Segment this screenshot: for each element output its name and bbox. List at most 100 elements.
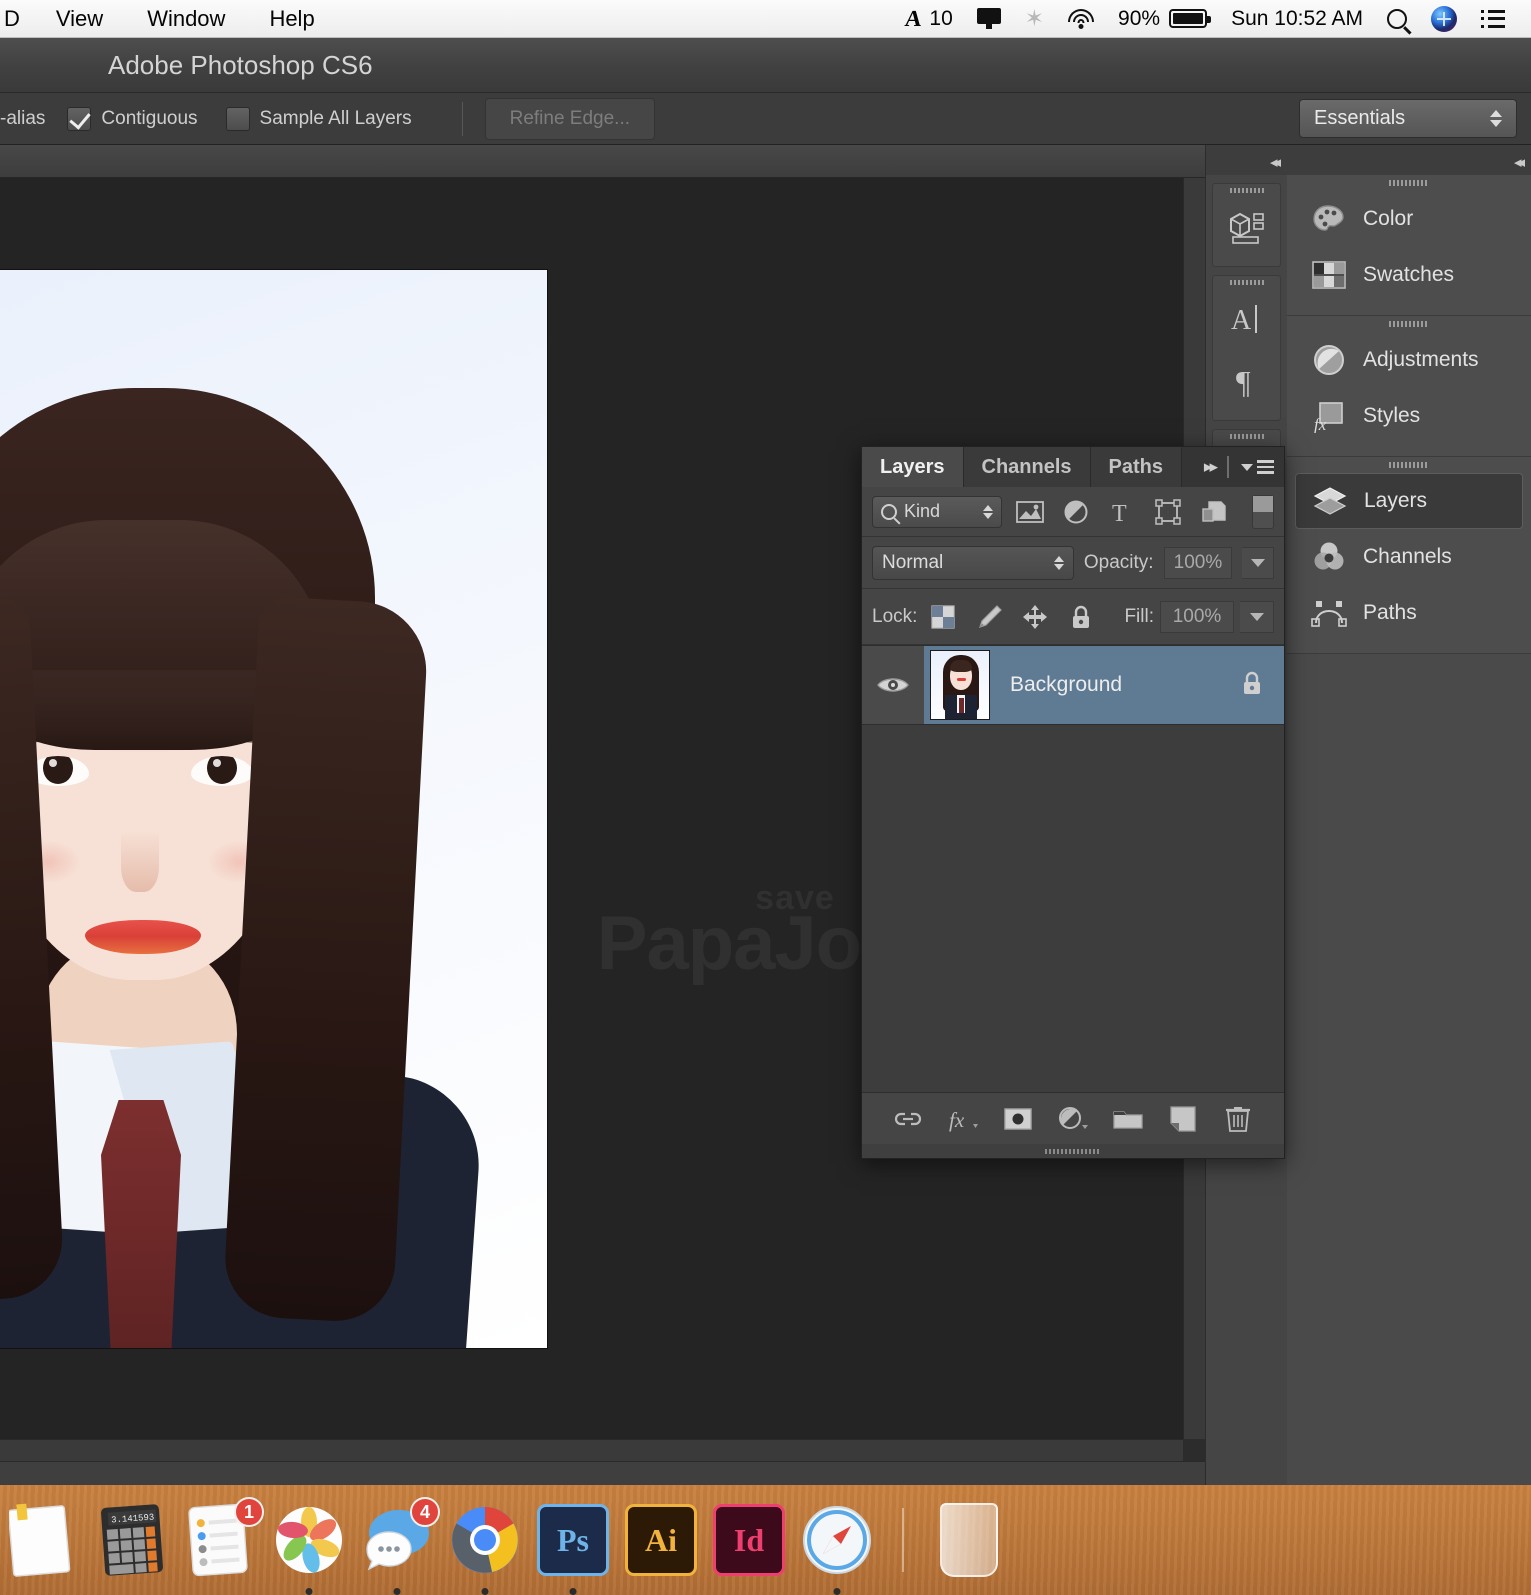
filter-smart-object-icon[interactable]: [1196, 495, 1232, 529]
dock-item-paths[interactable]: Paths: [1295, 585, 1523, 641]
adobe-status-item[interactable]: A 10: [893, 0, 965, 38]
lock-image-pixels-icon[interactable]: [969, 599, 1009, 635]
lock-position-icon[interactable]: [1015, 599, 1055, 635]
fill-input[interactable]: 100%: [1160, 600, 1234, 633]
layer-visibility-cell[interactable]: [862, 646, 924, 724]
menu-item-view[interactable]: View: [34, 0, 125, 38]
layer-style-fx-icon[interactable]: fx: [942, 1099, 984, 1139]
adobe-icon: A: [903, 5, 922, 31]
dock-app-photos[interactable]: [270, 1501, 348, 1595]
panel-menu-icon[interactable]: [1241, 460, 1274, 474]
layers-list[interactable]: Background: [862, 645, 1284, 1092]
panel-grip[interactable]: [1213, 430, 1280, 442]
dock-group-color: Color Swatches: [1287, 175, 1531, 316]
dock-trash[interactable]: [930, 1501, 1008, 1579]
sample-all-layers-checkbox-box[interactable]: [225, 106, 250, 131]
macos-menu-bar: D View Window Help A 10 ✶ 90% Sun 10:52 …: [0, 0, 1531, 38]
search-icon[interactable]: [1375, 0, 1419, 38]
add-layer-mask-icon[interactable]: [997, 1099, 1039, 1139]
panel-resize-grip[interactable]: [862, 1144, 1284, 1158]
battery-status[interactable]: 90%: [1106, 0, 1219, 38]
paths-icon: [1309, 593, 1349, 633]
dock-item-styles[interactable]: fx Styles: [1295, 388, 1523, 444]
character-icon[interactable]: A: [1213, 288, 1280, 350]
svg-text:¶: ¶: [1236, 364, 1251, 400]
dock-app-messages[interactable]: 4: [358, 1497, 440, 1595]
refine-edge-button[interactable]: Refine Edge...: [484, 97, 656, 140]
running-indicator: [305, 1588, 313, 1595]
filter-adjustment-layers-icon[interactable]: [1058, 495, 1094, 529]
fill-dropdown-icon[interactable]: [1240, 600, 1274, 633]
panel-grip[interactable]: [1287, 316, 1531, 332]
collapse-dock-icon[interactable]: ◂◂: [1514, 153, 1525, 171]
bluetooth-icon[interactable]: ✶: [1013, 0, 1056, 38]
layers-filter-row: Kind T: [862, 487, 1284, 537]
clock[interactable]: Sun 10:52 AM: [1219, 0, 1375, 38]
filter-shape-layers-icon[interactable]: [1150, 495, 1186, 529]
dock-app-photoshop[interactable]: Ps: [534, 1501, 612, 1595]
dock-item-swatches[interactable]: Swatches: [1295, 247, 1523, 303]
dock-item-layers[interactable]: Layers: [1295, 473, 1523, 529]
layer-row-background[interactable]: Background: [862, 645, 1284, 725]
wifi-icon[interactable]: [1056, 0, 1106, 38]
svg-text:T: T: [1112, 501, 1127, 525]
lock-all-icon[interactable]: [1061, 599, 1101, 635]
new-layer-icon[interactable]: [1162, 1099, 1204, 1139]
link-layers-icon[interactable]: [887, 1099, 929, 1139]
dock-app-pages[interactable]: [6, 1501, 84, 1579]
photoshop-icon: Ps: [537, 1504, 609, 1576]
dock-app-illustrator[interactable]: Ai: [622, 1501, 700, 1579]
notification-center-icon[interactable]: [1469, 0, 1517, 38]
tab-paths[interactable]: Paths: [1090, 447, 1182, 487]
canvas-horizontal-scrollbar[interactable]: [0, 1439, 1183, 1461]
layer-name[interactable]: Background: [1010, 673, 1240, 697]
filter-pixel-layers-icon[interactable]: [1012, 495, 1048, 529]
filter-kind-select[interactable]: Kind: [872, 495, 1002, 528]
workspace-selector[interactable]: Essentials: [1299, 99, 1517, 138]
dock-item-label: Color: [1363, 207, 1414, 230]
filter-type-layers-icon[interactable]: T: [1104, 495, 1140, 529]
dock-group-adjustments: Adjustments fx Styles: [1287, 316, 1531, 457]
artboard-image[interactable]: [0, 270, 547, 1348]
expand-panels-icon[interactable]: ◂◂: [1270, 153, 1281, 171]
dock-app-reminders[interactable]: 1: [182, 1497, 264, 1579]
dock-app-safari[interactable]: [798, 1501, 876, 1595]
dock-app-chrome[interactable]: [446, 1501, 524, 1595]
new-adjustment-layer-icon[interactable]: [1052, 1099, 1094, 1139]
panel-grip[interactable]: [1213, 184, 1280, 196]
dock-item-color[interactable]: Color: [1295, 191, 1523, 247]
dock-app-calculator[interactable]: 3.141593: [94, 1501, 172, 1579]
contiguous-checkbox-box[interactable]: [67, 106, 92, 131]
sample-all-layers-checkbox[interactable]: Sample All Layers: [225, 106, 412, 131]
eye-right: [191, 756, 253, 786]
display-icon[interactable]: [965, 0, 1013, 38]
3d-properties-icon[interactable]: [1213, 196, 1280, 258]
siri-icon[interactable]: [1419, 0, 1469, 38]
panel-grip[interactable]: [1213, 276, 1280, 288]
contiguous-checkbox[interactable]: Contiguous: [67, 106, 198, 131]
trash-icon: [940, 1503, 998, 1577]
lock-transparent-pixels-icon[interactable]: [923, 599, 963, 635]
opacity-dropdown-icon[interactable]: [1242, 546, 1275, 579]
tab-channels[interactable]: Channels: [963, 447, 1091, 487]
paragraph-icon[interactable]: ¶: [1213, 350, 1280, 412]
panel-grip[interactable]: [1287, 457, 1531, 473]
blend-mode-select[interactable]: Normal: [872, 545, 1074, 580]
opacity-input[interactable]: 100%: [1163, 546, 1233, 579]
menu-item-clipped[interactable]: D: [0, 0, 34, 38]
dock-item-adjustments[interactable]: Adjustments: [1295, 332, 1523, 388]
collapse-chevrons-icon[interactable]: ▸▸: [1204, 457, 1218, 477]
indesign-icon: Id: [713, 1504, 785, 1576]
tab-layers[interactable]: Layers: [862, 447, 964, 487]
panel-grip[interactable]: [1287, 175, 1531, 191]
new-group-icon[interactable]: [1107, 1099, 1149, 1139]
layer-thumbnail[interactable]: [930, 650, 990, 720]
menu-item-window[interactable]: Window: [125, 0, 247, 38]
filter-enable-toggle[interactable]: [1252, 494, 1274, 529]
dock-app-indesign[interactable]: Id: [710, 1501, 788, 1579]
dock-item-channels[interactable]: Channels: [1295, 529, 1523, 585]
document-tab-bar[interactable]: [0, 145, 1205, 178]
tool-options-bar: -alias Contiguous Sample All Layers Refi…: [0, 93, 1531, 145]
delete-layer-icon[interactable]: [1217, 1099, 1259, 1139]
menu-item-help[interactable]: Help: [247, 0, 336, 38]
